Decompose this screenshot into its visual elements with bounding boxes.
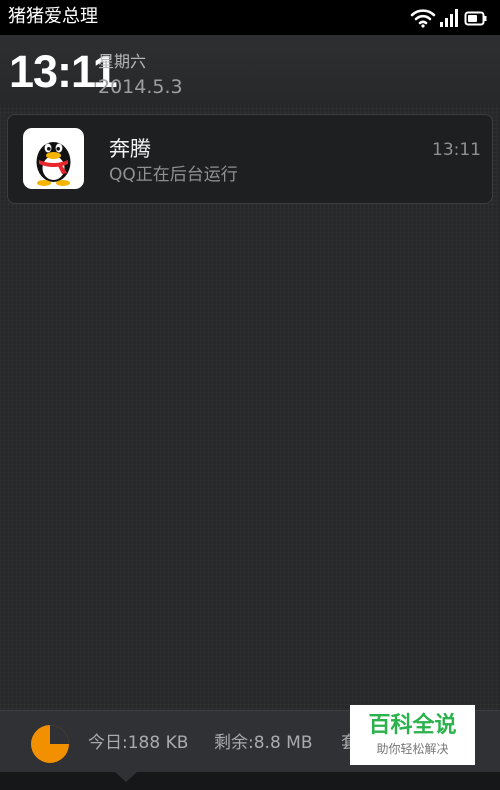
traffic-remaining: 剩余:8.8 MB <box>214 733 313 753</box>
handle-arrow-icon <box>115 772 137 782</box>
data-usage-pie-icon <box>31 725 69 763</box>
notification-title: 奔腾 <box>109 137 151 161</box>
signal-icon <box>440 9 458 27</box>
traffic-today: 今日:188 KB <box>88 733 189 753</box>
shade-handle[interactable] <box>0 772 500 790</box>
watermark-subtitle: 助你轻松解决 <box>376 742 449 756</box>
qq-penguin-icon <box>23 128 84 189</box>
notification-text: QQ正在后台运行 <box>109 165 238 185</box>
watermark-title: 百科全说 <box>368 713 457 738</box>
notification-shade: 猪猪爱总理 13:11 星期六 2014.5.3 奔腾 QQ正在后台运行 13:… <box>0 0 500 790</box>
qq-notification-card[interactable]: 奔腾 QQ正在后台运行 13:11 <box>7 114 493 204</box>
carrier-name: 猪猪爱总理 <box>8 6 98 27</box>
status-bar: 猪猪爱总理 <box>0 0 500 35</box>
weekday-label: 星期六 <box>98 52 147 71</box>
notification-time: 13:11 <box>432 140 481 160</box>
date-label: 2014.5.3 <box>98 76 183 98</box>
baike-watermark: 百科全说 助你轻松解决 <box>350 705 475 765</box>
wifi-icon <box>410 9 436 28</box>
battery-icon <box>464 11 487 26</box>
